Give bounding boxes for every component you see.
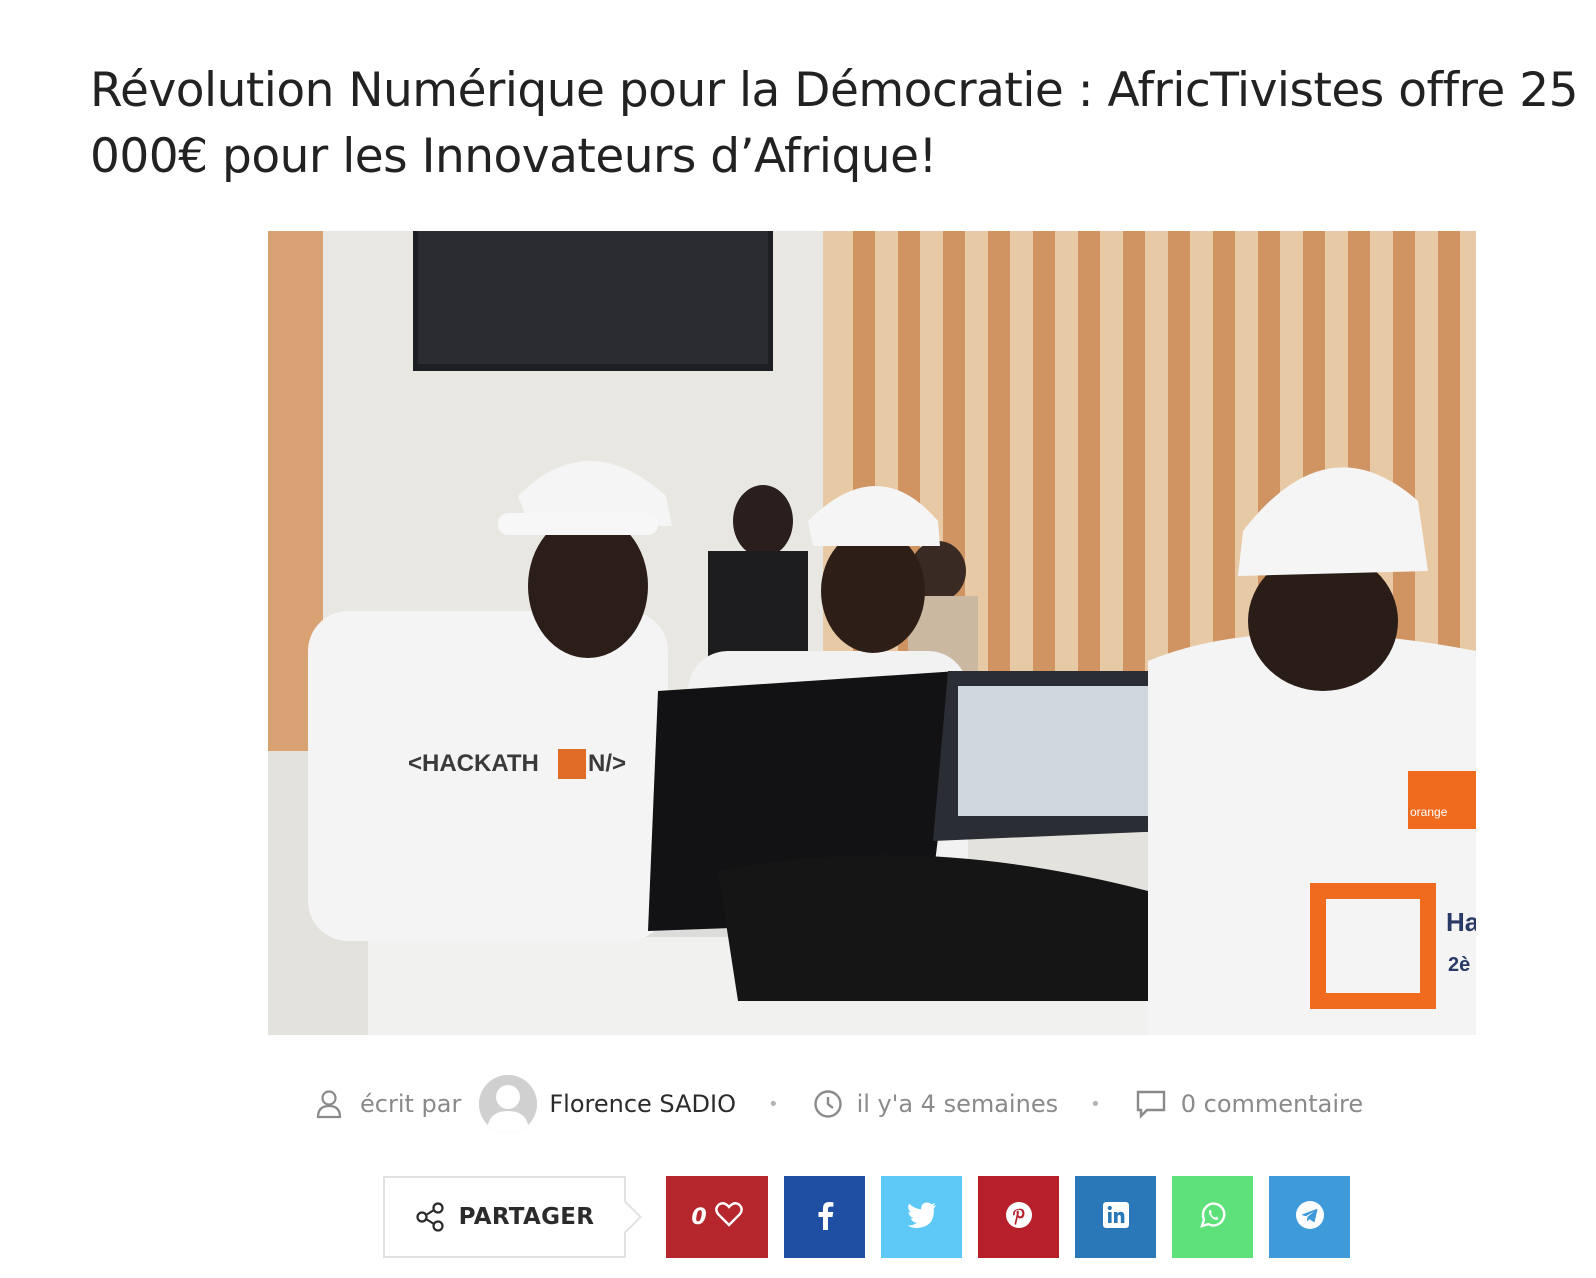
user-icon [316, 1089, 342, 1119]
share-label-text: PARTAGER [458, 1204, 595, 1230]
article-title: Révolution Numérique pour la Démocratie … [90, 63, 1579, 184]
facebook-icon [816, 1200, 834, 1234]
shirt-text-end: N/> [588, 750, 626, 777]
heart-icon [714, 1201, 743, 1233]
article-meta: écrit par Florence SADIO • il y'a 4 sema… [316, 1075, 1363, 1133]
like-count: 0 [691, 1204, 707, 1230]
whatsapp-icon [1198, 1200, 1228, 1234]
meta-separator: • [1090, 1093, 1101, 1115]
shirt-text: <HACKATH [408, 750, 539, 777]
whatsapp-share-button[interactable] [1172, 1176, 1253, 1258]
share-label: PARTAGER [383, 1176, 626, 1258]
author-name-link[interactable]: Florence SADIO [549, 1090, 736, 1118]
like-button[interactable]: 0 [666, 1176, 768, 1258]
facebook-share-button[interactable] [784, 1176, 865, 1258]
twitter-icon [906, 1202, 937, 1232]
written-by-label: écrit par [360, 1090, 462, 1118]
comment-icon[interactable] [1135, 1089, 1167, 1119]
telegram-icon [1295, 1200, 1325, 1234]
author-avatar[interactable] [479, 1075, 538, 1133]
share-bar: PARTAGER 0 [383, 1176, 1350, 1258]
shirt-brand-2: 2è [1448, 954, 1470, 976]
meta-separator: • [767, 1093, 779, 1115]
share-icon [415, 1202, 445, 1232]
clock-icon [813, 1089, 843, 1119]
shirt-brand: Ha [1446, 907, 1476, 937]
pinterest-icon [1005, 1201, 1033, 1233]
comments-count-link[interactable]: 0 commentaire [1181, 1090, 1363, 1118]
post-date: il y'a 4 semaines [856, 1090, 1059, 1118]
linkedin-icon [1102, 1202, 1129, 1232]
article-featured-image: <HACKATH N/> orange Ha 2è [268, 231, 1476, 1035]
orange-badge: orange [1410, 805, 1448, 819]
pinterest-share-button[interactable] [978, 1176, 1059, 1258]
telegram-share-button[interactable] [1269, 1176, 1350, 1258]
linkedin-share-button[interactable] [1075, 1176, 1156, 1258]
twitter-share-button[interactable] [881, 1176, 962, 1258]
